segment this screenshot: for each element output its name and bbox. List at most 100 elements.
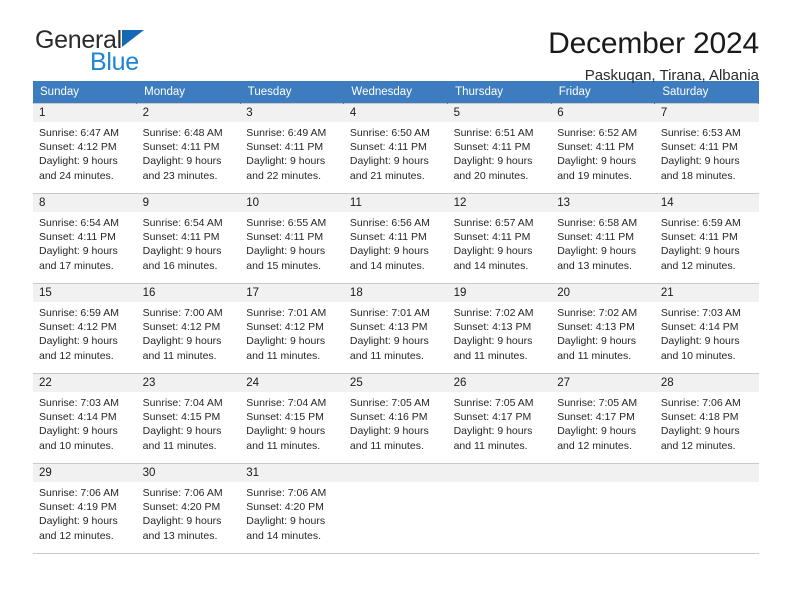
sunrise-text: Sunrise: 7:05 AM [557, 397, 638, 409]
day-cell-inner: 14 Sunrise: 6:59 AM Sunset: 4:11 PM Dayligh… [654, 194, 759, 283]
day-number: 27 [551, 374, 655, 392]
day-cell-details: Sunrise: 7:01 AM Sunset: 4:12 PM Daylight:… [240, 302, 344, 363]
daylight-text-line2: and 24 minutes. [39, 169, 114, 182]
calendar-body: 1 Sunrise: 6:47 AM Sunset: 4:12 PM Daylight… [33, 103, 759, 554]
calendar-day-cell[interactable]: 18 Sunrise: 7:01 AM Sunset: 4:13 PM Dayligh… [343, 283, 448, 374]
brand-logo[interactable]: General Blue [33, 28, 144, 75]
day-number: 10 [240, 194, 344, 212]
sunset-text: Sunset: 4:20 PM [142, 501, 221, 514]
calendar-day-cell[interactable]: 31 Sunrise: 7:06 AM Sunset: 4:20 PM Dayligh… [240, 463, 344, 554]
day-cell-details: Sunrise: 7:03 AM Sunset: 4:14 PM Daylight:… [655, 302, 759, 363]
daylight-text-line1: Daylight: 9 hours [660, 155, 740, 168]
day-cell-inner: 9 Sunrise: 6:54 AM Sunset: 4:11 PM Daylight… [136, 194, 241, 283]
sunset-text: Sunset: 4:12 PM [246, 321, 324, 334]
daylight-text-line2: and 12 minutes. [557, 439, 632, 452]
sunrise-text: Sunrise: 6:50 AM [349, 127, 430, 139]
calendar-day-cell[interactable]: 13 Sunrise: 6:58 AM Sunset: 4:11 PM Dayligh… [551, 193, 655, 284]
weekday-header-sunday: Sunday [33, 81, 138, 104]
sunrise-text: Sunrise: 6:56 AM [349, 217, 430, 229]
day-cell-details: Sunrise: 6:49 AM Sunset: 4:11 PM Daylight:… [240, 122, 344, 183]
day-number: 14 [654, 194, 759, 212]
calendar-day-cell[interactable]: 24 Sunrise: 7:04 AM Sunset: 4:15 PM Dayligh… [240, 373, 344, 464]
daylight-text-line2: and 14 minutes. [246, 529, 321, 542]
daylight-text-line2: and 19 minutes. [557, 169, 632, 182]
calendar-day-cell[interactable]: 20 Sunrise: 7:02 AM Sunset: 4:13 PM Dayligh… [551, 283, 655, 374]
daylight-text-line1: Daylight: 9 hours [39, 515, 118, 528]
daylight-text-line2: and 13 minutes. [142, 529, 218, 542]
calendar-day-cell[interactable]: 9 Sunrise: 6:54 AM Sunset: 4:11 PM Daylight… [136, 193, 241, 284]
sunset-text: Sunset: 4:13 PM [349, 321, 428, 334]
brand-name-blue: Blue [90, 48, 139, 76]
calendar-day-cell[interactable]: 3 Sunrise: 6:49 AM Sunset: 4:11 PM Daylight… [240, 103, 344, 194]
calendar-day-cell[interactable]: 10 Sunrise: 6:55 AM Sunset: 4:11 PM Dayligh… [240, 193, 344, 284]
calendar-day-cell[interactable]: 17 Sunrise: 7:01 AM Sunset: 4:12 PM Dayligh… [240, 283, 344, 374]
calendar-day-cell[interactable]: 25 Sunrise: 7:05 AM Sunset: 4:16 PM Dayligh… [343, 373, 448, 464]
calendar-day-cell[interactable]: 11 Sunrise: 6:56 AM Sunset: 4:11 PM Dayligh… [343, 193, 448, 284]
daylight-text-line2: and 15 minutes. [246, 259, 321, 272]
calendar-day-cell[interactable]: 29 Sunrise: 7:06 AM Sunset: 4:19 PM Dayligh… [33, 463, 137, 554]
calendar-day-cell[interactable]: 4 Sunrise: 6:50 AM Sunset: 4:11 PM Daylight… [343, 103, 448, 194]
day-number: 12 [447, 194, 552, 212]
day-cell-details: Sunrise: 7:02 AM Sunset: 4:13 PM Daylight:… [448, 302, 552, 363]
sunset-text: Sunset: 4:11 PM [246, 141, 324, 154]
sunrise-text: Sunrise: 6:54 AM [39, 217, 119, 229]
calendar-day-cell[interactable]: 26 Sunrise: 7:05 AM Sunset: 4:17 PM Dayligh… [447, 373, 552, 464]
day-cell-details: Sunrise: 7:05 AM Sunset: 4:17 PM Daylight:… [551, 392, 655, 453]
calendar-day-cell[interactable]: 12 Sunrise: 6:57 AM Sunset: 4:11 PM Dayligh… [447, 193, 552, 284]
calendar-day-cell[interactable]: 1 Sunrise: 6:47 AM Sunset: 4:12 PM Daylight… [33, 103, 137, 194]
sunset-text: Sunset: 4:11 PM [453, 231, 531, 244]
calendar-day-cell[interactable]: 7 Sunrise: 6:53 AM Sunset: 4:11 PM Daylight… [654, 103, 759, 194]
day-cell-details: Sunrise: 6:55 AM Sunset: 4:11 PM Daylight:… [240, 212, 344, 273]
daylight-text-line1: Daylight: 9 hours [557, 245, 636, 258]
daylight-text-line1: Daylight: 9 hours [246, 515, 326, 528]
calendar-day-cell[interactable]: 14 Sunrise: 6:59 AM Sunset: 4:11 PM Dayligh… [654, 193, 759, 284]
day-cell-inner: 20 Sunrise: 7:02 AM Sunset: 4:13 PM Dayligh… [551, 284, 655, 373]
daylight-text-line1: Daylight: 9 hours [557, 425, 636, 438]
calendar-day-cell[interactable]: 22 Sunrise: 7:03 AM Sunset: 4:14 PM Dayligh… [33, 373, 137, 464]
daylight-text-line2: and 22 minutes. [246, 169, 321, 182]
day-cell-inner: 17 Sunrise: 7:01 AM Sunset: 4:12 PM Dayligh… [240, 284, 344, 373]
daylight-text-line1: Daylight: 9 hours [660, 335, 740, 348]
sunrise-text: Sunrise: 7:02 AM [557, 307, 638, 319]
day-cell-inner: 1 Sunrise: 6:47 AM Sunset: 4:12 PM Daylight… [33, 104, 137, 193]
sunset-text: Sunset: 4:11 PM [453, 141, 531, 154]
calendar-day-cell[interactable]: 15 Sunrise: 6:59 AM Sunset: 4:12 PM Dayligh… [33, 283, 137, 374]
daylight-text-line1: Daylight: 9 hours [142, 515, 222, 528]
calendar-day-cell[interactable]: 2 Sunrise: 6:48 AM Sunset: 4:11 PM Daylight… [136, 103, 241, 194]
sunset-text: Sunset: 4:14 PM [660, 321, 739, 334]
calendar-day-cell[interactable]: 21 Sunrise: 7:03 AM Sunset: 4:14 PM Dayligh… [654, 283, 759, 374]
calendar-day-cell[interactable]: 8 Sunrise: 6:54 AM Sunset: 4:11 PM Daylight… [33, 193, 137, 284]
day-cell-details: Sunrise: 7:06 AM Sunset: 4:18 PM Daylight:… [655, 392, 759, 453]
calendar-day-cell[interactable]: 30 Sunrise: 7:06 AM Sunset: 4:20 PM Dayligh… [136, 463, 241, 554]
day-cell-details: Sunrise: 6:53 AM Sunset: 4:11 PM Daylight:… [655, 122, 759, 183]
day-cell-details: Sunrise: 7:06 AM Sunset: 4:20 PM Daylight:… [137, 482, 241, 543]
calendar-day-cell[interactable]: 5 Sunrise: 6:51 AM Sunset: 4:11 PM Daylight… [447, 103, 552, 194]
day-cell-details: Sunrise: 6:48 AM Sunset: 4:11 PM Daylight:… [137, 122, 241, 183]
daylight-text-line2: and 11 minutes. [246, 439, 321, 452]
calendar-day-cell[interactable]: 23 Sunrise: 7:04 AM Sunset: 4:15 PM Dayligh… [136, 373, 241, 464]
calendar-day-cell[interactable]: 19 Sunrise: 7:02 AM Sunset: 4:13 PM Dayligh… [447, 283, 552, 374]
day-number: 17 [240, 284, 344, 302]
calendar-day-cell[interactable]: 6 Sunrise: 6:52 AM Sunset: 4:11 PM Daylight… [551, 103, 655, 194]
day-number [343, 464, 448, 482]
daylight-text-line1: Daylight: 9 hours [453, 245, 533, 258]
day-cell-inner [551, 464, 655, 553]
sunset-text: Sunset: 4:11 PM [660, 141, 738, 154]
sunrise-text: Sunrise: 7:05 AM [349, 397, 430, 409]
day-cell-inner: 21 Sunrise: 7:03 AM Sunset: 4:14 PM Dayligh… [654, 284, 759, 373]
day-number: 9 [136, 194, 241, 212]
calendar-day-cell[interactable]: 16 Sunrise: 7:00 AM Sunset: 4:12 PM Dayligh… [136, 283, 241, 374]
weekday-header-saturday: Saturday [654, 81, 759, 104]
calendar-day-cell[interactable]: 27 Sunrise: 7:05 AM Sunset: 4:17 PM Dayligh… [551, 373, 655, 464]
calendar-day-cell[interactable]: 28 Sunrise: 7:06 AM Sunset: 4:18 PM Dayligh… [654, 373, 759, 464]
sunrise-text: Sunrise: 7:01 AM [246, 307, 327, 319]
daylight-text-line1: Daylight: 9 hours [142, 245, 222, 258]
day-number: 23 [136, 374, 241, 392]
day-cell-details: Sunrise: 7:05 AM Sunset: 4:17 PM Daylight:… [448, 392, 552, 453]
daylight-text-line1: Daylight: 9 hours [246, 335, 326, 348]
calendar-week-row: 8 Sunrise: 6:54 AM Sunset: 4:11 PM Daylight… [33, 193, 759, 284]
daylight-text-line2: and 12 minutes. [39, 349, 114, 362]
sunrise-text: Sunrise: 7:06 AM [660, 397, 741, 409]
sunset-text: Sunset: 4:14 PM [39, 411, 117, 424]
weekday-header-friday: Friday [551, 81, 656, 104]
